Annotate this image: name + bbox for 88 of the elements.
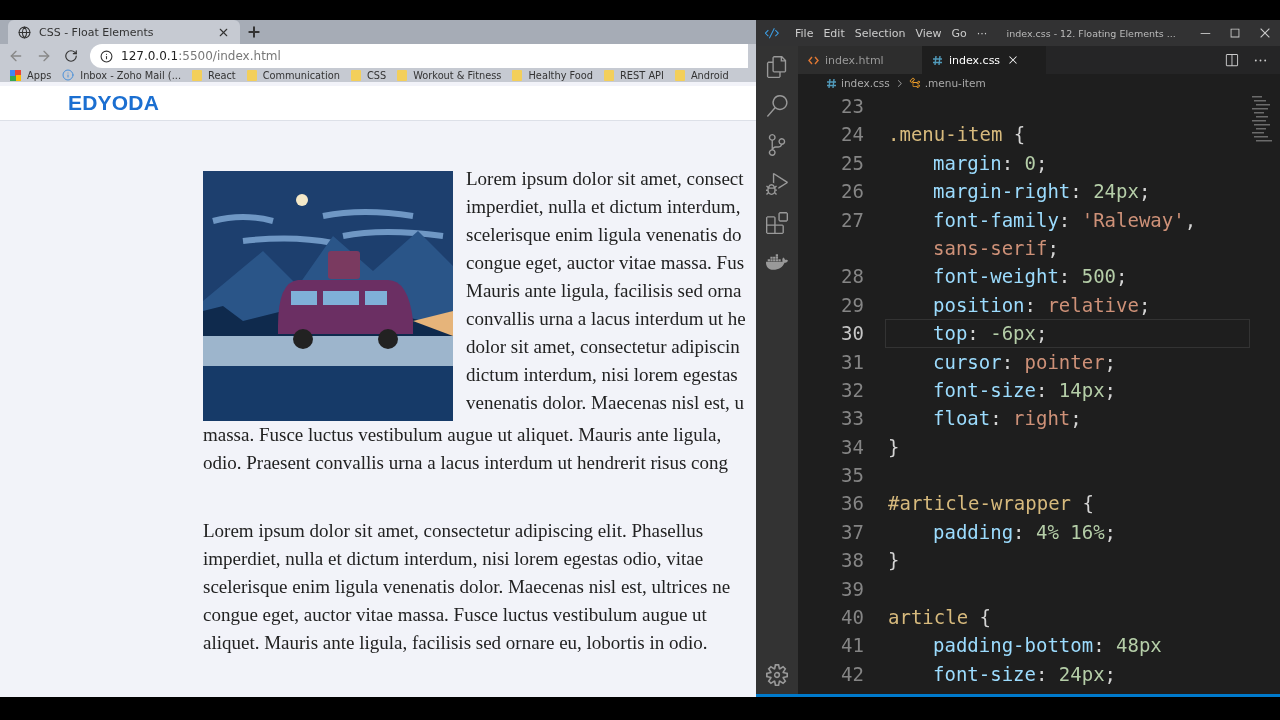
code-line: font-weight: 500;: [932, 264, 1129, 290]
bookmark-link[interactable]: REST API: [604, 69, 664, 81]
editor-tab[interactable]: index.css: [922, 46, 1046, 74]
bookmark-label: React: [208, 69, 236, 81]
text-line: imperdiet, nulla et dictum interdum, nisi lorem egestas odio, vitae: [203, 547, 705, 571]
line-number: 28: [840, 264, 864, 290]
code-line: }: [887, 434, 901, 460]
code-line: position: relative;: [932, 292, 1152, 318]
line-number: 24: [840, 122, 864, 148]
line-number: 34: [840, 434, 864, 460]
bookmark-label: Android: [690, 69, 729, 81]
address-bar[interactable]: 127.0.0.1:5500/index.html: [90, 44, 748, 68]
menu-item[interactable]: Edit: [818, 26, 850, 40]
line-number: 25: [840, 150, 864, 176]
text-line: dolor sit amet, consectetur adipiscin: [466, 335, 741, 359]
line-number: 41: [840, 633, 864, 659]
text-line: aliquet. Mauris ante ligula, facilisis sed ornare eu, lobortis in odio.: [203, 631, 709, 655]
bookmark-label: CSS: [366, 69, 387, 81]
text-line: Lorem ipsum dolor sit amet, consectetur adipiscing elit. Phasellus: [203, 519, 705, 543]
text-line: congue eget, auctor vitae massa. Fus: [466, 251, 746, 275]
bookmark-label: REST API: [620, 69, 664, 81]
text-line: odio. Praesent convallis urna a lacus interdum ut hendrerit risus cong: [203, 451, 729, 475]
bookmark-label: Apps: [27, 69, 52, 81]
line-number: 31: [840, 349, 864, 375]
code-line: font-size: 14px;: [932, 377, 1118, 403]
text-line: massa. Fusce luctus vestibulum augue ut aliquet. Mauris ante ligula,: [203, 423, 723, 447]
code-line: padding: 4% 16%;: [932, 519, 1118, 545]
text-line: convallis urna a lacus interdum ut he: [466, 307, 746, 331]
bookmark-link[interactable]: Healthy Food: [512, 69, 594, 81]
text-line: Mauris ante ligula, facilisis sed orna: [466, 279, 743, 303]
bookmark-label: Communication: [262, 69, 340, 81]
bookmark-link[interactable]: Inbox - Zoho Mail (...: [62, 69, 182, 82]
menu-item[interactable]: Go: [946, 26, 972, 40]
text-line: dictum interdum, nisi lorem egestas: [466, 363, 739, 387]
line-number: 39: [840, 576, 864, 602]
bookmark-label: Workout & Fitness: [413, 69, 502, 81]
browser-tab[interactable]: CSS - Float Elements: [8, 20, 240, 44]
code-line: float: right;: [932, 406, 1083, 432]
site-logo[interactable]: EDYODA: [68, 91, 160, 116]
code-line: }: [887, 548, 901, 574]
line-number: 38: [840, 548, 864, 574]
code-line: padding-bottom: 48px: [932, 633, 1163, 659]
breadcrumb-item[interactable]: .menu-item: [924, 77, 986, 89]
text-line: venenatis dolor. Maecenas nisl est, u: [466, 391, 746, 415]
window-title: index.css - 12. Floating Elements ...: [1005, 27, 1177, 39]
code-line: margin-right: 24px;: [932, 179, 1152, 205]
bookmark-link[interactable]: CSS: [350, 69, 387, 81]
code-line: cursor: pointer;: [932, 349, 1118, 375]
code-line: sans-serif;: [932, 235, 1060, 261]
url-text: 127.0.0.1:5500/index.html: [121, 49, 281, 63]
menu-item[interactable]: View: [910, 26, 947, 40]
line-number: 30: [840, 321, 864, 347]
breadcrumb-item[interactable]: index.css: [841, 77, 890, 89]
code-line: font-size: 24px;: [932, 661, 1118, 687]
bookmark-link[interactable]: Communication: [246, 69, 340, 81]
code-line: article {: [887, 605, 992, 631]
bookmark-link[interactable]: Android: [674, 69, 729, 81]
text-line: scelerisque enim ligula venenatis dolor. Maecenas nisl est, ultrices ne: [203, 575, 732, 599]
bookmark-link[interactable]: Apps: [10, 69, 52, 81]
code-line: font-family: 'Raleway',: [932, 207, 1198, 233]
menu-item[interactable]: ···: [971, 26, 993, 40]
code-line: .menu-item {: [887, 122, 1027, 148]
line-number: 29: [840, 292, 864, 318]
bookmark-link[interactable]: React: [192, 69, 236, 81]
editor-tab[interactable]: index.html: [798, 46, 922, 74]
code-line: #article-wrapper {: [887, 491, 1095, 517]
line-number: 26: [840, 179, 864, 205]
line-number: 23: [840, 94, 864, 119]
line-number: 42: [840, 661, 864, 687]
text-line: Lorem ipsum dolor sit amet, consect: [466, 167, 745, 191]
line-number: 37: [840, 519, 864, 545]
menu-item[interactable]: File: [790, 26, 819, 40]
text-line: imperdiet, nulla et dictum interdum,: [466, 195, 742, 219]
text-line: congue eget, auctor vitae massa. Fusce luctus vestibulum augue ut: [203, 603, 708, 627]
tab-label: index.css: [949, 53, 1001, 67]
line-number: 35: [840, 463, 864, 489]
bookmark-label: Healthy Food: [528, 69, 594, 81]
line-number: 33: [840, 406, 864, 432]
bookmark-label: Inbox - Zoho Mail (...: [80, 69, 182, 81]
line-number: 27: [840, 207, 864, 233]
bookmark-link[interactable]: Workout & Fitness: [397, 69, 502, 81]
menu-item[interactable]: Selection: [849, 26, 911, 40]
tab-label: index.html: [825, 53, 884, 67]
code-line: margin: 0;: [932, 150, 1049, 176]
line-number: 36: [840, 491, 864, 517]
line-number: 40: [840, 605, 864, 631]
text-line: scelerisque enim ligula venenatis do: [466, 223, 743, 247]
line-number: 32: [840, 377, 864, 403]
